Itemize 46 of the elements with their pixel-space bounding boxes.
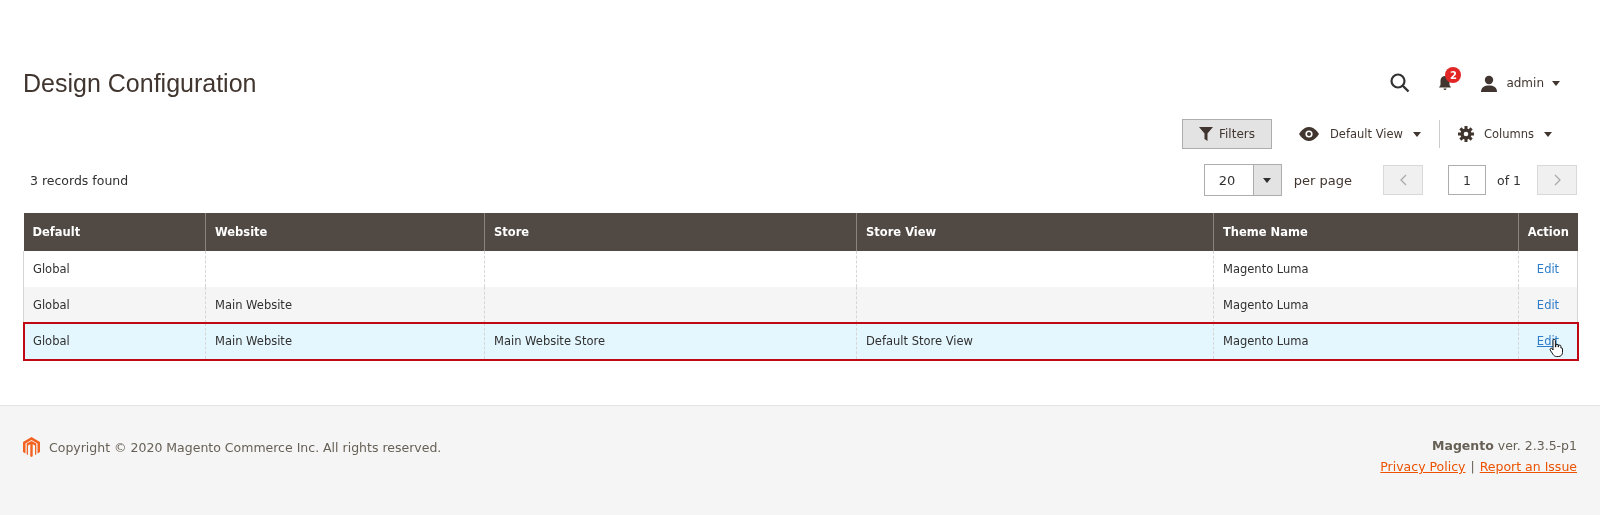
copyright-text: Copyright © 2020 Magento Commerce Inc. All rights reserved. bbox=[49, 439, 442, 455]
table-cell: Global bbox=[33, 298, 70, 312]
filters-button[interactable]: Filters bbox=[1182, 119, 1272, 149]
column-header: Website bbox=[205, 213, 485, 251]
edit-link[interactable]: Edit bbox=[1536, 298, 1560, 312]
table-cell: Main Website Store bbox=[494, 334, 605, 348]
page-title: Design Configuration bbox=[23, 68, 257, 98]
user-icon bbox=[1480, 74, 1499, 92]
table-cell: Global bbox=[33, 262, 70, 276]
table-cell: Magento Luma bbox=[1223, 334, 1309, 348]
user-menu[interactable]: admin bbox=[1480, 74, 1560, 92]
chevron-left-icon bbox=[1399, 174, 1407, 186]
page-total: of 1 bbox=[1497, 172, 1521, 188]
chevron-right-icon bbox=[1553, 174, 1561, 186]
search-icon[interactable] bbox=[1390, 73, 1411, 93]
column-header: Store View bbox=[856, 213, 1214, 251]
table-cell: Main Website bbox=[215, 334, 292, 348]
caret-icon bbox=[1544, 131, 1552, 137]
caret-icon bbox=[1412, 131, 1421, 137]
table-cell: Global bbox=[33, 334, 70, 348]
view-dropdown[interactable]: Default View bbox=[1298, 127, 1421, 141]
per-page-select[interactable]: 20 bbox=[1203, 164, 1282, 196]
filter-icon bbox=[1199, 127, 1213, 141]
notification-badge: 2 bbox=[1445, 67, 1462, 83]
column-header: Default bbox=[23, 213, 206, 251]
table-row[interactable]: Global Main Website Magento Luma Edit bbox=[23, 287, 1578, 323]
version-text: Magento ver. 2.3.5-p1 bbox=[1431, 438, 1577, 453]
magento-logo-icon bbox=[23, 437, 40, 457]
column-header: Store bbox=[484, 213, 857, 251]
column-header: Action bbox=[1518, 213, 1578, 251]
table-cell: Main Website bbox=[215, 298, 292, 312]
table-cell: Magento Luma bbox=[1223, 298, 1309, 312]
table-row[interactable]: Global Magento Luma Edit bbox=[23, 251, 1578, 287]
link-separator: | bbox=[1470, 459, 1475, 474]
records-count: 3 records found bbox=[30, 172, 129, 188]
page-number-field[interactable]: 1 bbox=[1448, 165, 1486, 195]
eye-icon bbox=[1298, 127, 1320, 141]
table-cell: Default Store View bbox=[866, 334, 973, 348]
table-cell: Magento Luma bbox=[1223, 262, 1309, 276]
columns-dropdown[interactable]: Columns bbox=[1457, 126, 1552, 142]
caret-icon bbox=[1263, 177, 1272, 183]
caret-icon bbox=[1552, 80, 1560, 86]
gear-icon bbox=[1457, 126, 1474, 142]
per-page-label: per page bbox=[1293, 172, 1352, 188]
column-header: Theme Name bbox=[1213, 213, 1519, 251]
edit-link[interactable]: Edit bbox=[1536, 262, 1560, 276]
